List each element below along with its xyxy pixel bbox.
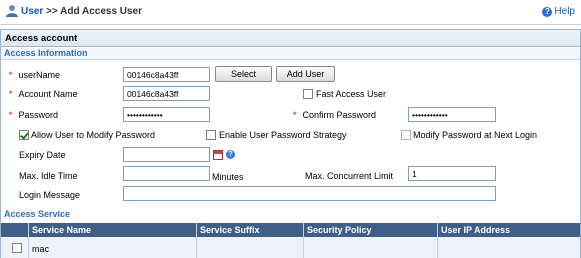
column-header-security-policy[interactable]: Security Policy (304, 223, 438, 237)
select-column-header (1, 223, 29, 237)
service-suffix-cell (197, 237, 304, 258)
max-concurrent-limit-input[interactable]: 1 (408, 166, 496, 181)
user-icon (6, 5, 18, 17)
question-icon[interactable]: ? (226, 150, 235, 159)
username-label: * userName (9, 70, 61, 80)
modify-next-login-label: Modify Password at Next Login (413, 130, 538, 140)
select-button[interactable]: Select (215, 66, 272, 82)
header-divider (0, 24, 581, 25)
column-header-service-suffix[interactable]: Service Suffix (197, 223, 304, 237)
service-name-cell: mac (29, 237, 197, 258)
required-mark: * (9, 70, 13, 80)
help-link[interactable]: ? Help (542, 6, 575, 17)
fast-access-checkbox[interactable] (303, 89, 313, 99)
allow-modify-password-label: Allow User to Modify Password (31, 130, 156, 140)
calendar-icon[interactable] (213, 150, 223, 160)
password-input[interactable]: •••••••••••• (123, 107, 210, 122)
security-policy-cell (304, 237, 438, 258)
breadcrumb-separator: >> (43, 6, 61, 17)
expiry-date-label: Expiry Date (19, 150, 66, 160)
account-name-label: * Account Name (9, 89, 78, 99)
column-header-user-ip[interactable]: User IP Address (438, 223, 580, 237)
table-row: mac (1, 237, 580, 258)
access-service-title: Access Service (1, 209, 580, 221)
service-table-header: Service Name Service Suffix Security Pol… (1, 223, 580, 237)
help-icon: ? (542, 6, 553, 17)
top-bar: User >> Add Access User ? Help (0, 0, 581, 24)
minutes-label: Minutes (212, 172, 244, 182)
confirm-password-input[interactable]: •••••••••••• (408, 107, 496, 122)
login-message-label: Login Message (19, 190, 81, 200)
confirm-password-label: * Confirm Password (293, 110, 377, 120)
password-label: * Password (9, 110, 59, 120)
breadcrumb-user-link[interactable]: User (21, 6, 43, 17)
access-account-panel: Access account Access Information * userN… (0, 29, 581, 258)
login-message-input[interactable] (123, 186, 496, 201)
help-label: Help (554, 6, 575, 17)
access-information-title: Access Information (1, 48, 580, 60)
max-idle-time-input[interactable] (123, 166, 210, 181)
modify-next-login-checkbox[interactable] (401, 130, 411, 140)
row-select-cell (1, 237, 29, 258)
add-user-button[interactable]: Add User (276, 66, 335, 82)
fast-access-label: Fast Access User (316, 89, 387, 99)
user-ip-cell (438, 237, 580, 258)
enable-password-strategy-checkbox[interactable] (206, 130, 216, 140)
username-input[interactable]: 00146c8a43ff (123, 67, 210, 82)
page-title: Add Access User (60, 6, 143, 17)
allow-modify-password-checkbox[interactable] (19, 130, 29, 140)
max-idle-time-label: Max. Idle Time (19, 171, 78, 181)
row-select-checkbox[interactable] (12, 243, 22, 253)
enable-password-strategy-label: Enable User Password Strategy (219, 130, 347, 140)
breadcrumb: User >> Add Access User (21, 6, 142, 17)
panel-title: Access account (1, 30, 580, 47)
expiry-date-input[interactable] (123, 147, 210, 162)
max-concurrent-limit-label: Max. Concurrent Limit (305, 171, 394, 181)
column-header-service-name[interactable]: Service Name (29, 223, 197, 237)
account-name-input[interactable]: 00146c8a43ff (123, 86, 210, 101)
